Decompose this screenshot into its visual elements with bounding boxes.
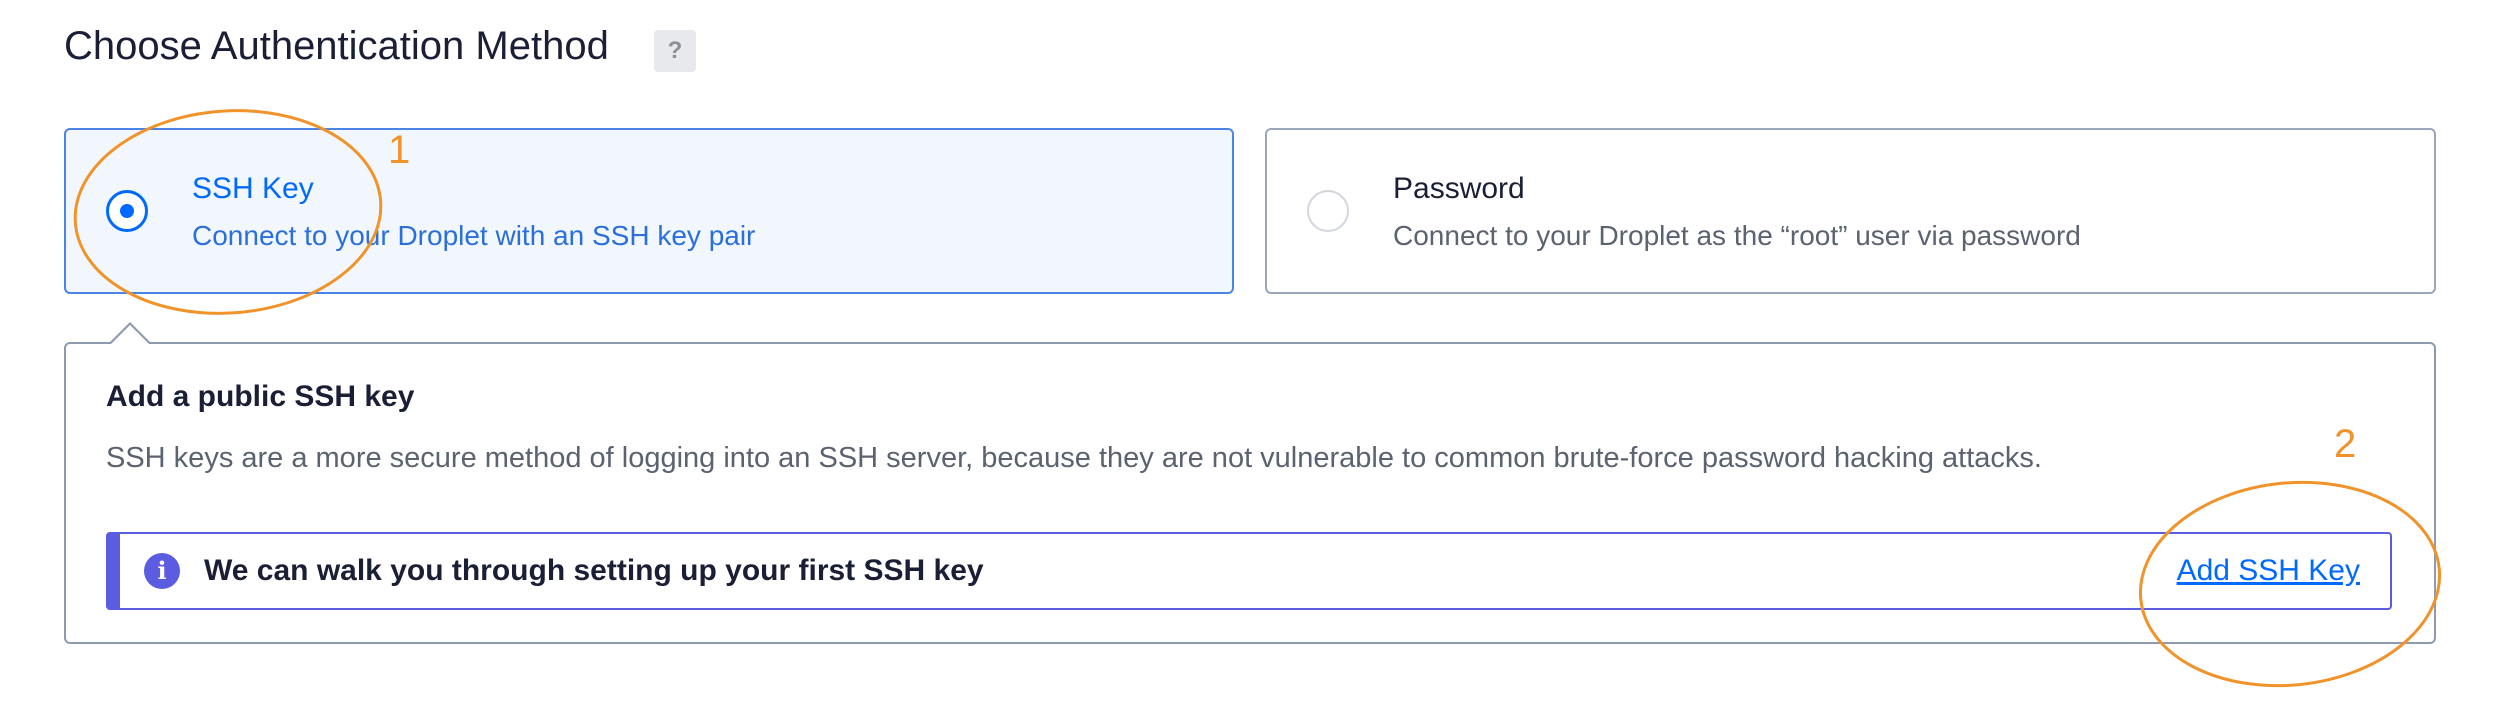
info-banner: i We can walk you through setting up you…	[106, 532, 2392, 610]
password-radio[interactable]	[1307, 190, 1349, 232]
auth-option-password[interactable]: Password Connect to your Droplet as the …	[1265, 128, 2436, 294]
ssh-key-description: Connect to your Droplet with an SSH key …	[192, 220, 756, 251]
info-banner-text: We can walk you through setting up your …	[204, 554, 984, 587]
help-icon[interactable]: ?	[654, 30, 696, 72]
ssh-panel-description: SSH keys are a more secure method of log…	[106, 442, 2042, 474]
ssh-panel-title: Add a public SSH key	[106, 380, 415, 413]
page-title: Choose Authentication Method	[64, 24, 609, 68]
add-ssh-key-link[interactable]: Add SSH Key	[2177, 554, 2360, 588]
ssh-key-title: SSH Key	[192, 172, 314, 205]
ssh-key-panel: Add a public SSH key SSH keys are a more…	[64, 342, 2436, 644]
annotation-marker-1: 1	[388, 128, 411, 172]
ssh-key-radio[interactable]	[106, 190, 148, 232]
info-icon: i	[144, 553, 180, 589]
auth-option-ssh-key[interactable]: SSH Key Connect to your Droplet with an …	[64, 128, 1234, 294]
password-title: Password	[1393, 172, 1525, 205]
password-description: Connect to your Droplet as the “root” us…	[1393, 220, 2081, 251]
annotation-marker-2: 2	[2334, 422, 2357, 466]
